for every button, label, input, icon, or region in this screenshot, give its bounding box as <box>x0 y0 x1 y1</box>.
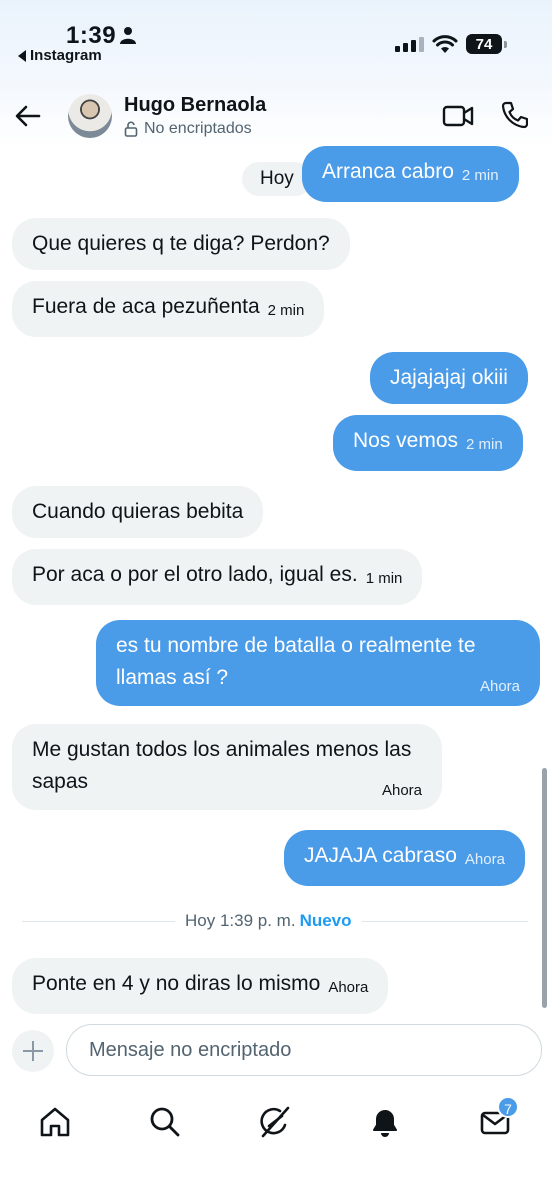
tab-home[interactable] <box>33 1102 77 1142</box>
wifi-icon <box>432 35 458 53</box>
message-text: Fuera de aca pezuñenta <box>32 295 260 318</box>
back-arrow-icon[interactable] <box>14 102 42 130</box>
message-bubble-outgoing[interactable]: Arranca cabro 2 min <box>302 146 519 202</box>
new-badge-label: Nuevo <box>299 911 352 930</box>
message-time: Ahora <box>381 782 422 799</box>
tab-notifications[interactable] <box>363 1102 407 1142</box>
message-text: Ponte en 4 y no diras lo mismo <box>32 972 321 995</box>
bottom-tab-bar: 7 <box>0 1088 552 1200</box>
message-input[interactable] <box>66 1024 542 1076</box>
status-bar: 1:39 Instagram 74 <box>0 0 552 80</box>
message-text: Que quieres q te diga? Perdon? <box>32 232 330 255</box>
message-text: Por aca o por el otro lado, igual es. <box>32 563 358 586</box>
cellular-signal-icon <box>395 36 424 52</box>
status-time: 1:39 <box>66 22 117 49</box>
home-icon <box>40 1107 70 1137</box>
message-bubble-outgoing[interactable]: Nos vemos 2 min <box>333 415 523 471</box>
message-text: es tu nombre de batalla o realmente te l… <box>116 634 476 689</box>
battery-icon: 74 <box>466 34 507 54</box>
message-bubble-incoming[interactable]: Que quieres q te diga? Perdon? <box>12 218 350 270</box>
encryption-label: No encriptados <box>144 120 252 137</box>
tab-search[interactable] <box>143 1102 187 1142</box>
message-time: 1 min <box>365 570 403 587</box>
encryption-status: No encriptados <box>124 120 252 138</box>
message-text: Me gustan todos los animales menos las s… <box>32 738 412 793</box>
message-text: Jajajajaj okiii <box>390 366 508 389</box>
chat-header: Hugo Bernaola No encriptados <box>0 80 552 150</box>
message-text: Arranca cabro <box>322 160 454 183</box>
message-text: Cuando quieras bebita <box>32 500 244 523</box>
battery-level: 74 <box>475 35 493 53</box>
person-icon <box>120 27 136 44</box>
message-bubble-outgoing[interactable]: Jajajajaj okiii <box>370 352 528 404</box>
add-attachment-button[interactable] <box>12 1030 54 1072</box>
grok-icon <box>260 1106 290 1138</box>
divider-time: Hoy 1:39 p. m. <box>185 911 296 930</box>
message-time: 2 min <box>267 302 305 319</box>
message-bubble-incoming[interactable]: Ponte en 4 y no diras lo mismo Ahora <box>12 958 389 1014</box>
back-triangle-icon <box>18 49 26 62</box>
message-bubble-incoming[interactable]: Cuando quieras bebita <box>12 486 264 538</box>
new-messages-label: Hoy 1:39 p. m. Nuevo <box>175 908 362 934</box>
phone-call-icon[interactable] <box>500 100 528 130</box>
contact-name[interactable]: Hugo Bernaola <box>124 94 266 117</box>
video-call-icon[interactable] <box>442 102 474 130</box>
message-bubble-incoming[interactable]: Fuera de aca pezuñenta 2 min <box>12 281 325 337</box>
message-bubble-outgoing[interactable]: es tu nombre de batalla o realmente te l… <box>96 620 540 706</box>
search-icon <box>150 1107 180 1137</box>
notifications-bell-icon <box>373 1110 397 1137</box>
chat-scrollbar[interactable] <box>542 768 547 1008</box>
tab-grok[interactable] <box>253 1102 297 1142</box>
message-bubble-incoming[interactable]: Por aca o por el otro lado, igual es. 1 m… <box>12 549 423 605</box>
message-text: Nos vemos <box>353 429 459 452</box>
message-time: Ahora <box>479 678 520 695</box>
avatar[interactable] <box>68 94 112 138</box>
message-time: Ahora <box>464 851 505 868</box>
tab-messages[interactable]: 7 <box>473 1096 519 1142</box>
messages-badge: 7 <box>497 1096 519 1118</box>
message-time: 2 min <box>466 436 503 453</box>
unlocked-padlock-icon <box>124 121 138 137</box>
back-to-app-link[interactable]: Instagram <box>18 47 102 64</box>
message-bubble-incoming[interactable]: Me gustan todos los animales menos las s… <box>12 724 442 810</box>
message-bubble-outgoing[interactable]: JAJAJA cabraso Ahora <box>284 830 525 886</box>
message-text: JAJAJA cabraso <box>304 844 457 867</box>
message-time: Ahora <box>328 979 369 996</box>
back-app-label: Instagram <box>30 47 102 64</box>
message-time: 2 min <box>461 167 499 184</box>
